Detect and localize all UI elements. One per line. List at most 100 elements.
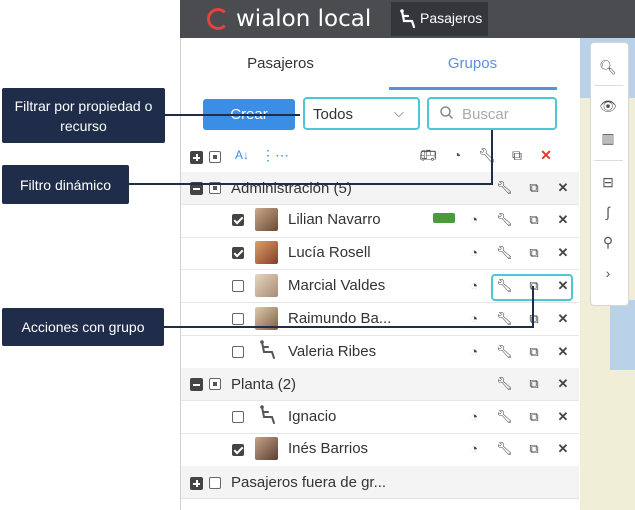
- wrench-icon[interactable]: 🔧︎: [496, 180, 513, 196]
- divider: [181, 302, 579, 303]
- seat-icon: [260, 405, 275, 424]
- route-icon[interactable]: ∫: [596, 200, 620, 224]
- select-all-checkbox[interactable]: [209, 151, 221, 163]
- row-checkbox[interactable]: [232, 247, 244, 259]
- app-logo-text: wialon local: [236, 6, 372, 32]
- delete-icon[interactable]: ✕: [555, 376, 571, 392]
- filter-select-value: Todos: [313, 106, 354, 123]
- delete-icon[interactable]: ✕: [555, 409, 571, 425]
- divider: [181, 400, 579, 401]
- clock-icon[interactable]: ◔: [466, 245, 482, 261]
- app-tab-label: Pasajeros: [420, 10, 483, 26]
- expand-all-icon[interactable]: [190, 151, 203, 164]
- callout-filter: Filtrar por propiedad o recurso: [2, 88, 165, 143]
- ruler-icon[interactable]: ⊟: [596, 170, 620, 194]
- collapse-icon[interactable]: [190, 378, 203, 391]
- chevron-right-icon[interactable]: ›: [596, 261, 620, 285]
- tab-grupos[interactable]: Grupos: [373, 38, 572, 90]
- avatar: [255, 208, 278, 231]
- wrench-icon[interactable]: 🔧︎: [496, 409, 513, 425]
- copy-icon[interactable]: ⧉: [526, 441, 542, 457]
- callout-line: [129, 183, 493, 185]
- row-checkbox[interactable]: [232, 313, 244, 325]
- row-checkbox[interactable]: [232, 346, 244, 358]
- passenger-name: Inés Barrios: [288, 440, 369, 457]
- row-checkbox[interactable]: [232, 280, 244, 292]
- copy-icon[interactable]: ⧉: [526, 278, 542, 294]
- bus-icon: [433, 213, 455, 223]
- delete-icon[interactable]: ✕: [555, 180, 571, 196]
- copy-icon[interactable]: ⧉: [507, 145, 527, 165]
- map-layers-icon[interactable]: ▥: [596, 126, 620, 150]
- passenger-name: Valeria Ribes: [288, 343, 377, 360]
- tab-pasajeros[interactable]: Pasajeros: [181, 38, 380, 90]
- callout-line: [491, 130, 493, 185]
- wrench-icon[interactable]: 🔧︎: [496, 311, 513, 327]
- clock-icon[interactable]: ◔: [466, 441, 482, 457]
- group-checkbox[interactable]: [209, 378, 221, 390]
- copy-icon[interactable]: ⧉: [526, 409, 542, 425]
- group-checkbox[interactable]: [209, 477, 221, 489]
- hierarchy-icon[interactable]: ⋮⋯: [261, 145, 289, 165]
- wrench-icon[interactable]: 🔧︎: [496, 245, 513, 261]
- wrench-icon[interactable]: 🔧︎: [496, 212, 513, 228]
- delete-icon[interactable]: ✕: [555, 245, 571, 261]
- callout-line: [165, 114, 300, 116]
- divider: [181, 269, 579, 270]
- copy-icon[interactable]: ⧉: [526, 376, 542, 392]
- seat-icon: [260, 340, 275, 359]
- copy-icon[interactable]: ⧉: [526, 212, 542, 228]
- callout-dynamic-filter: Filtro dinámico: [2, 165, 129, 204]
- callout-group-actions: Acciones con grupo: [2, 308, 164, 346]
- search-map-icon[interactable]: 🔍︎: [596, 55, 620, 79]
- row-checkbox[interactable]: [232, 411, 244, 423]
- wrench-icon[interactable]: 🔧︎: [496, 344, 513, 360]
- row-checkbox[interactable]: [232, 214, 244, 226]
- passenger-name: Marcial Valdes: [288, 277, 386, 294]
- geofence-icon[interactable]: ⚲: [596, 230, 620, 254]
- clock-icon[interactable]: ◔: [466, 212, 482, 228]
- delete-icon[interactable]: ✕: [555, 441, 571, 457]
- clock-icon[interactable]: ◔: [466, 278, 482, 294]
- divider: [181, 204, 579, 205]
- row-checkbox[interactable]: [232, 444, 244, 456]
- delete-icon[interactable]: ✕: [555, 278, 571, 294]
- sort-az-icon[interactable]: A↓: [232, 145, 252, 165]
- divider: [181, 433, 579, 434]
- passenger-name: Lilian Navarro: [288, 211, 381, 228]
- seat-icon: [400, 9, 416, 29]
- copy-icon[interactable]: ⧉: [526, 344, 542, 360]
- delete-icon[interactable]: ✕: [555, 344, 571, 360]
- wialon-logo-icon: [207, 8, 229, 30]
- divider: [594, 160, 623, 161]
- clock-icon[interactable]: ◔: [466, 409, 482, 425]
- map-water: [610, 300, 635, 370]
- clock-icon[interactable]: ◔: [466, 311, 482, 327]
- delete-icon[interactable]: ✕: [555, 212, 571, 228]
- wrench-icon[interactable]: 🔧︎: [496, 376, 513, 392]
- wrench-icon[interactable]: 🔧︎: [496, 278, 513, 294]
- delete-icon[interactable]: ✕: [536, 145, 556, 165]
- expand-icon[interactable]: [190, 477, 203, 490]
- passenger-name: Lucía Rosell: [288, 244, 371, 261]
- wrench-icon[interactable]: 🔧︎: [496, 441, 513, 457]
- wrench-icon[interactable]: 🔧︎: [477, 145, 497, 165]
- divider: [594, 85, 623, 86]
- copy-icon[interactable]: ⧉: [526, 245, 542, 261]
- avatar: [255, 241, 278, 264]
- divider: [181, 335, 579, 336]
- clock-icon[interactable]: ◔: [466, 344, 482, 360]
- chevron-down-icon: ⌵: [394, 105, 404, 120]
- eye-icon[interactable]: 👁︎: [596, 94, 620, 118]
- passenger-name: Raimundo Ba...: [288, 310, 392, 327]
- active-tab-indicator: [389, 87, 557, 90]
- avatar: [255, 437, 278, 460]
- divider: [181, 498, 579, 499]
- copy-icon[interactable]: ⧉: [526, 311, 542, 327]
- clock-icon[interactable]: ◔: [447, 145, 467, 165]
- delete-icon[interactable]: ✕: [555, 311, 571, 327]
- copy-icon[interactable]: ⧉: [526, 180, 542, 196]
- passenger-name: Ignacio: [288, 408, 337, 425]
- bus-icon[interactable]: 🚌︎: [418, 145, 438, 165]
- group-name: Planta (2): [231, 376, 297, 393]
